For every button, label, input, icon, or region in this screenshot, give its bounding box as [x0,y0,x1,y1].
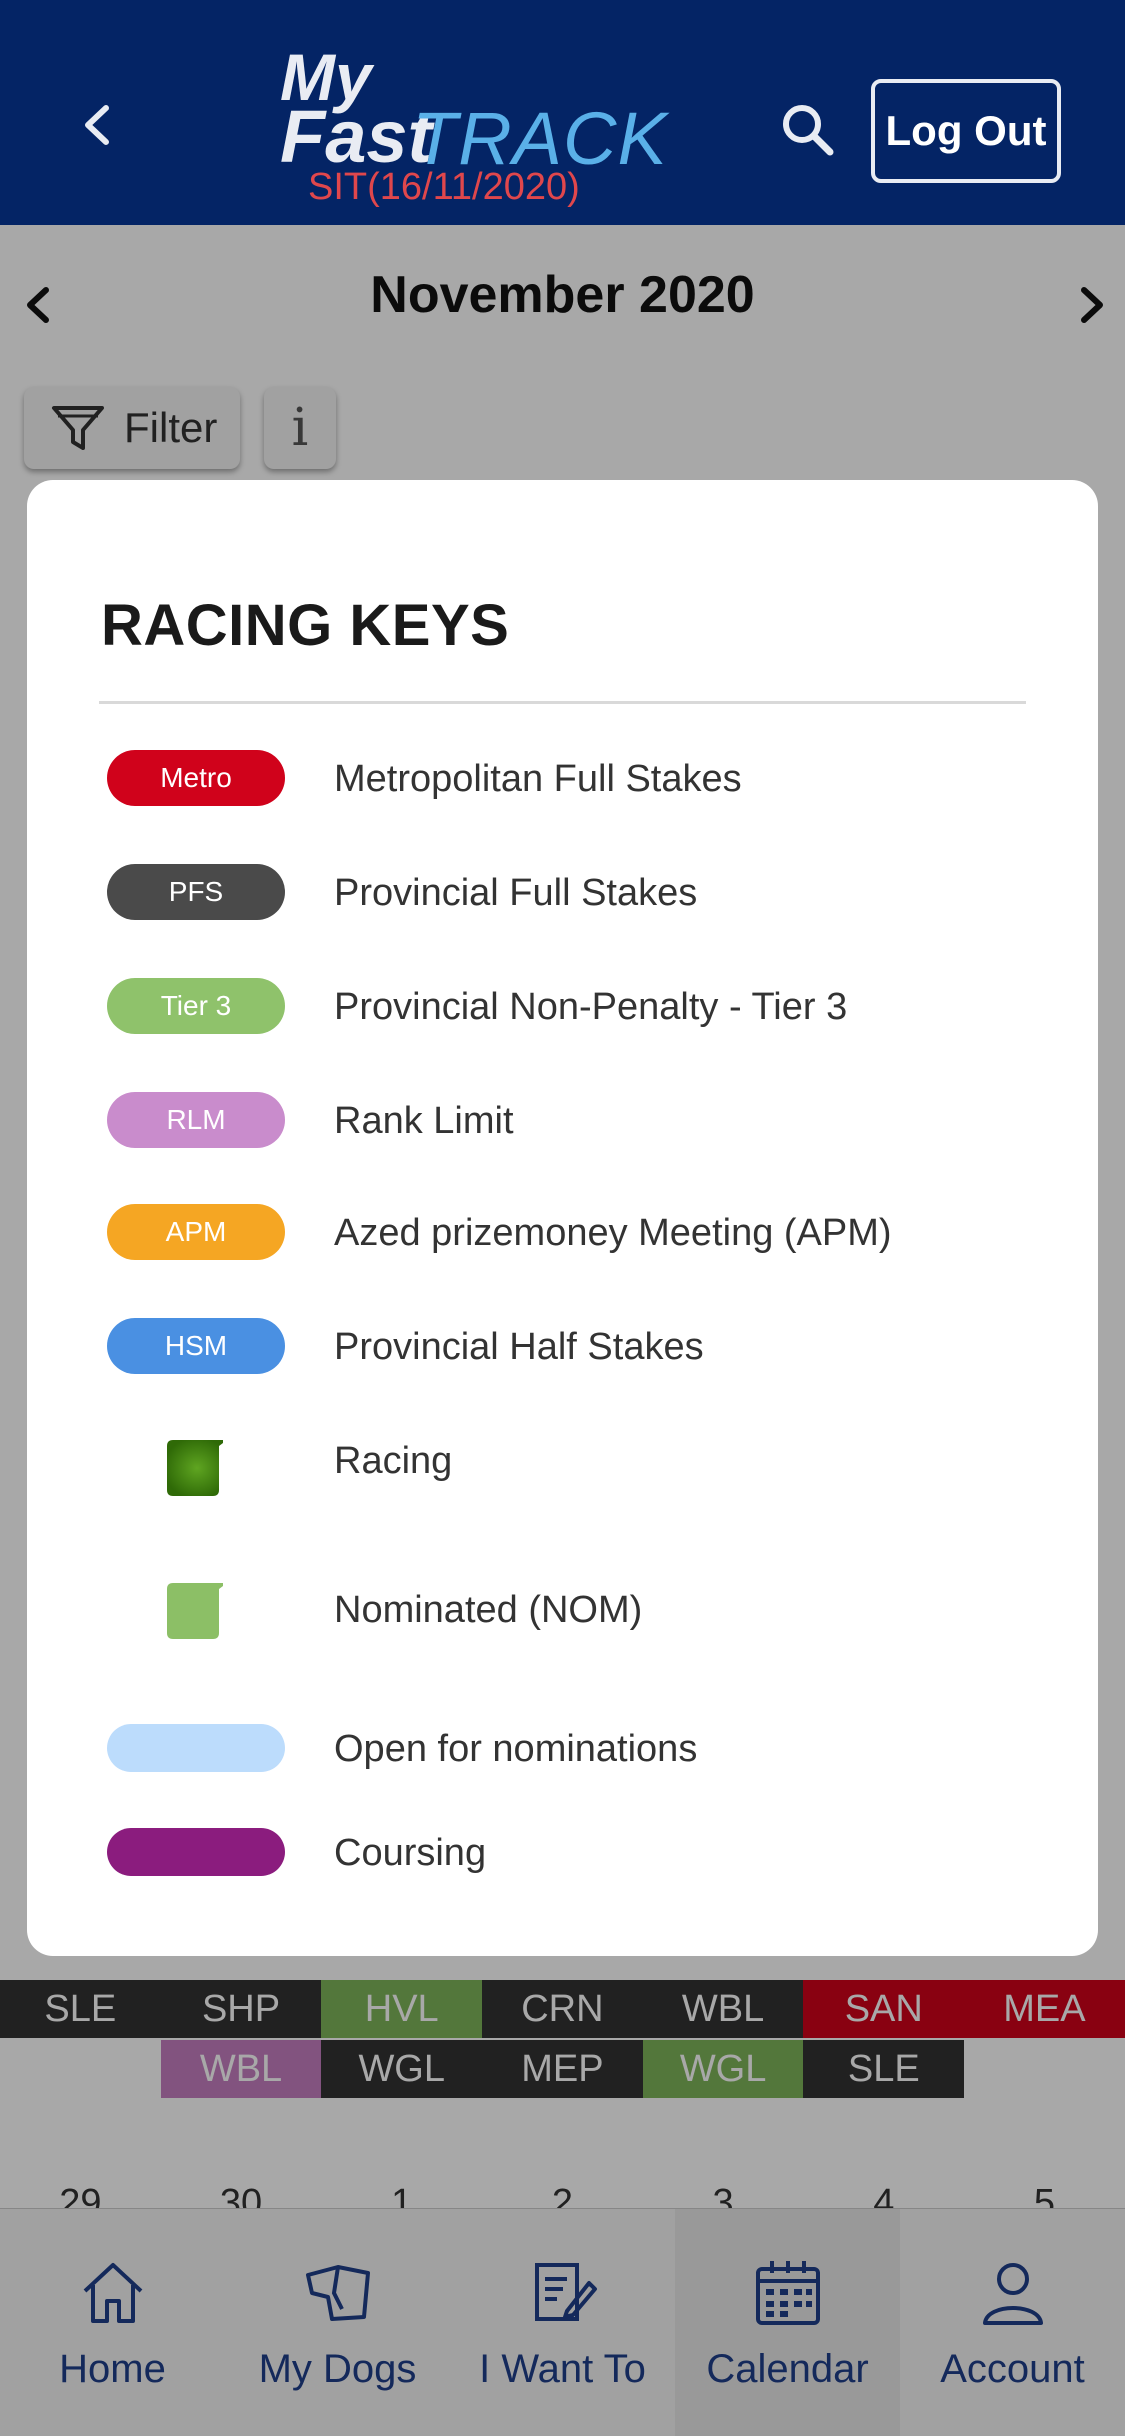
search-button[interactable] [778,100,838,160]
nav-account-label: Account [940,2347,1085,2391]
back-button[interactable] [78,100,118,150]
key-label: Rank Limit [334,1100,514,1142]
modal-divider [99,701,1026,704]
nominated-square-icon [167,1583,223,1639]
key-row-pfs: PFS Provincial Full Stakes [107,864,1007,924]
key-label: Open for nominations [334,1728,698,1770]
pfs-badge: PFS [107,864,285,920]
account-icon [982,2263,1043,2325]
key-row-coursing: Coursing [107,1824,1007,1884]
key-row-nominated: Nominated (NOM) [107,1583,1007,1643]
nav-i-want-to[interactable]: I Want To [450,2209,675,2436]
key-row-hsm: HSM Provincial Half Stakes [107,1318,1007,1378]
key-row-metro: Metro Metropolitan Full Stakes [107,750,1007,810]
logout-button[interactable]: Log Out [871,79,1061,183]
logo-fast: Fast [280,95,433,178]
modal-title: RACING KEYS [101,593,510,658]
key-row-open-nominations: Open for nominations [107,1720,1007,1780]
nav-account[interactable]: Account [900,2209,1125,2436]
hsm-badge: HSM [107,1318,285,1374]
search-icon [783,105,834,156]
rlm-badge: RLM [107,1092,285,1148]
key-label: Provincial Half Stakes [334,1326,704,1368]
key-row-racing: Racing [107,1440,1007,1500]
key-label: Coursing [334,1832,487,1874]
key-label: Racing [334,1440,453,1482]
environment-date: SIT(16/11/2020) [308,166,580,208]
racing-keys-modal: RACING KEYS Metro Metropolitan Full Stak… [27,480,1098,1956]
tier3-badge: Tier 3 [107,978,285,1034]
metro-badge: Metro [107,750,285,806]
coursing-badge [107,1828,285,1876]
key-label: Metropolitan Full Stakes [334,758,742,800]
nav-home[interactable]: Home [0,2209,225,2436]
chevron-left-icon [85,105,109,145]
key-label: Provincial Full Stakes [334,872,698,914]
edit-icon [534,2263,597,2321]
nav-calendar[interactable]: Calendar [675,2209,900,2436]
key-label: Azed prizemoney Meeting (APM) [334,1212,892,1254]
app-header: My Fast TRACK SIT(16/11/2020) Log Out [0,0,1125,225]
bottom-nav: Home My Dogs I Want To Calendar Account [0,2208,1125,2436]
nav-my-dogs-label: My Dogs [258,2347,417,2391]
key-row-rlm: RLM Rank Limit [107,1092,1007,1152]
nav-calendar-label: Calendar [706,2347,869,2391]
apm-badge: APM [107,1204,285,1260]
calendar-icon [755,2261,820,2325]
nav-home-label: Home [59,2347,166,2391]
dog-icon [305,2265,370,2321]
key-row-apm: APM Azed prizemoney Meeting (APM) [107,1204,1007,1264]
nav-i-want-to-label: I Want To [479,2347,646,2391]
racing-square-icon [167,1440,223,1496]
home-icon [83,2263,142,2323]
logo-track: TRACK [412,97,668,180]
key-label: Nominated (NOM) [334,1589,643,1631]
nav-my-dogs[interactable]: My Dogs [225,2209,450,2436]
key-label: Provincial Non-Penalty - Tier 3 [334,986,848,1028]
app-logo: My Fast TRACK SIT(16/11/2020) [280,40,667,210]
key-row-tier3: Tier 3 Provincial Non-Penalty - Tier 3 [107,978,1007,1038]
open-nominations-badge [107,1724,285,1772]
